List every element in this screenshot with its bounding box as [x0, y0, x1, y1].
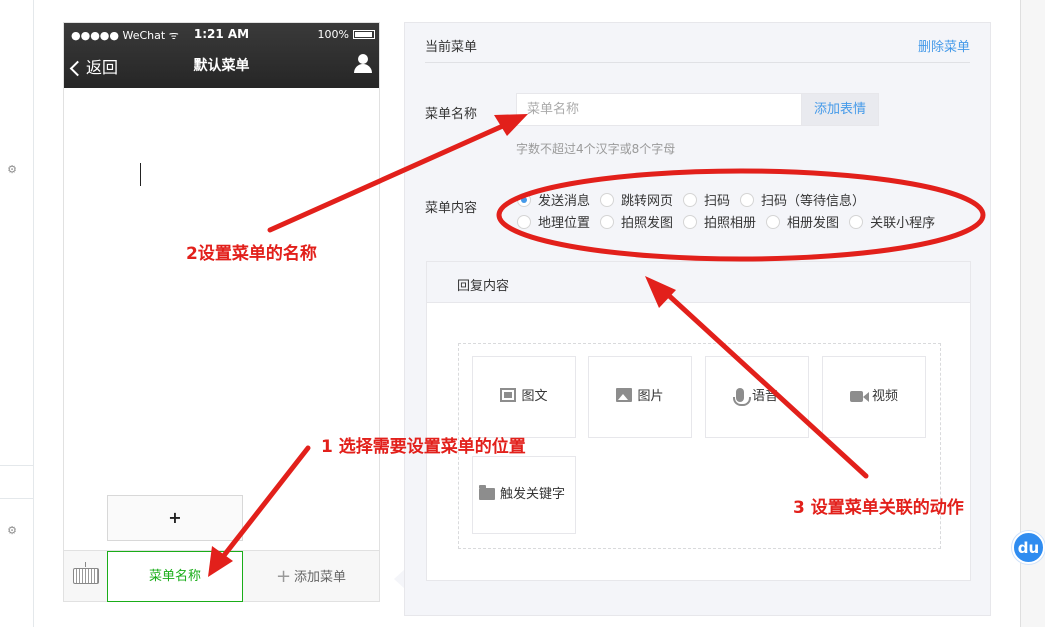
text-caret [140, 163, 141, 186]
reply-type-image[interactable]: 图片 [588, 356, 692, 438]
image-icon [616, 388, 633, 402]
radio-scan-wait[interactable]: 扫码（等待信息） [740, 190, 865, 209]
annotation-step-1: 1 选择需要设置菜单的位置 [321, 437, 526, 457]
reply-header: 回复内容 [427, 262, 970, 303]
reply-title: 回复内容 [457, 279, 510, 294]
content-options-row-1: 发送消息 跳转网页 扫码 扫码（等待信息） [517, 190, 875, 209]
radio-album[interactable]: 相册发图 [766, 212, 839, 231]
radio-location[interactable]: 地理位置 [517, 212, 590, 231]
gear-icon[interactable]: ⚙ [6, 525, 18, 537]
radio-send-message[interactable]: 发送消息 [517, 190, 590, 209]
reply-type-news[interactable]: 图文 [472, 356, 576, 438]
radio-mini-program[interactable]: 关联小程序 [849, 212, 935, 231]
content-options-row-2: 地理位置 拍照发图 拍照相册 相册发图 关联小程序 [517, 212, 945, 231]
menu-editor-panel: 当前菜单 删除菜单 菜单名称 添加表情 字数不超过4个汉字或8个字母 菜单内容 … [404, 22, 991, 616]
phone-header: ●●●●● WeChat ᯤ 1:21 AM 100% 返回 默认菜单 [64, 23, 379, 88]
radio-camera-album[interactable]: 拍照相册 [683, 212, 756, 231]
delete-menu-link[interactable]: 删除菜单 [918, 36, 970, 55]
menu-content-label: 菜单内容 [425, 201, 478, 216]
menu-item-active[interactable]: 菜单名称 [107, 551, 243, 602]
radio-dot-icon [849, 215, 864, 229]
add-menu-label: 添加菜单 [294, 570, 347, 585]
phone-preview: ●●●●● WeChat ᯤ 1:21 AM 100% 返回 默认菜单 + 菜单… [63, 22, 380, 602]
panel-title: 当前菜单 [425, 40, 478, 55]
radio-dot-icon [517, 193, 531, 207]
plus-icon: + [275, 566, 292, 587]
voice-icon [732, 388, 751, 406]
radio-dot-icon [683, 193, 698, 207]
video-icon [849, 391, 869, 402]
menu-name-input[interactable] [516, 93, 802, 126]
radio-dot-icon [600, 215, 615, 229]
add-submenu-button[interactable]: + [107, 495, 243, 541]
annotation-step-3: 3 设置菜单关联的动作 [793, 498, 964, 518]
radio-camera[interactable]: 拍照发图 [600, 212, 673, 231]
status-bar: ●●●●● WeChat ᯤ 1:21 AM 100% [64, 23, 379, 45]
menu-name-hint: 字数不超过4个汉字或8个字母 [516, 142, 676, 156]
radio-dot-icon [517, 215, 531, 229]
radio-dot-icon [766, 215, 781, 229]
battery-percent: 100% [317, 28, 349, 41]
annotation-step-2: 2设置菜单的名称 [186, 244, 317, 264]
folder-icon [479, 485, 495, 500]
keyboard-icon[interactable] [73, 562, 99, 584]
menu-name-label: 菜单名称 [425, 107, 478, 122]
gear-icon[interactable]: ⚙ [6, 164, 18, 176]
du-badge-icon[interactable]: du [1012, 531, 1045, 564]
divider [425, 62, 970, 63]
user-icon[interactable] [353, 53, 373, 73]
news-icon [500, 388, 517, 402]
add-menu-button[interactable]: + 添加菜单 [243, 551, 379, 602]
radio-dot-icon [740, 193, 755, 207]
custom-menu-bar: 菜单名称 + 添加菜单 [64, 550, 379, 602]
rail-divider [0, 498, 33, 499]
rail-divider [0, 465, 33, 466]
reply-type-video[interactable]: 视频 [822, 356, 926, 438]
reply-content-box: 回复内容 图文 图片 语音 视频 触发关键字 [426, 261, 971, 581]
reply-type-voice[interactable]: 语音 [705, 356, 809, 438]
left-rail: ⚙ ⚙ [0, 0, 34, 627]
radio-dot-icon [683, 215, 698, 229]
chat-title: 默认菜单 [193, 58, 250, 74]
add-emoji-button[interactable]: 添加表情 [801, 93, 879, 126]
radio-open-url[interactable]: 跳转网页 [600, 190, 673, 209]
radio-dot-icon [600, 193, 615, 207]
battery-icon [353, 30, 375, 39]
reply-type-keyword[interactable]: 触发关键字 [472, 456, 576, 534]
radio-scan[interactable]: 扫码 [683, 190, 730, 209]
